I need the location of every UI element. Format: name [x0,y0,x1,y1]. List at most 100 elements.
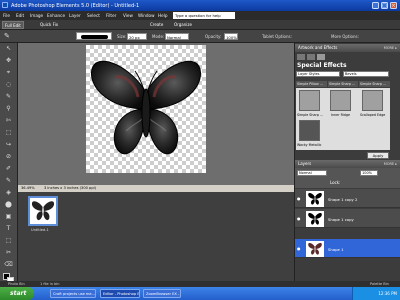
create-button[interactable]: Create [148,21,165,29]
artwork-more-button[interactable]: MORE ▸ [384,44,397,52]
artwork-effects-header[interactable]: Artwork and Effects MORE ▸ [295,44,400,52]
layer-thumbnail [306,211,324,227]
size-label: Size: [117,34,127,39]
opacity-field[interactable]: 100% [224,33,238,40]
start-label: start [10,290,27,297]
effect-thumb-scalloped-edge[interactable] [362,90,383,111]
create-label: Create [150,22,164,27]
zoom-level[interactable]: 36.49% [21,186,35,190]
eye-icon[interactable]: ● [297,216,301,221]
brush-tool-icon[interactable]: ✎ [4,32,10,40]
effect-tab-1[interactable]: Simple Pillow ... [296,81,327,87]
thumbnail-butterfly [31,201,55,221]
mode-label: Mode: [152,34,165,39]
tablet-options-button[interactable]: Tablet Options: [262,34,292,39]
cookie-cutter-tool-icon[interactable]: ⬚ [4,129,13,137]
quick-fix-label: Quick Fix [40,22,59,27]
menu-image[interactable]: Image [30,13,43,18]
effects-category-icon[interactable] [307,54,315,60]
menu-help[interactable]: Help [158,13,168,18]
apply-button[interactable]: Apply [367,152,389,159]
document-canvas[interactable] [86,45,206,173]
layer-thumb-butterfly [308,243,322,255]
effect-label-inner-ridge: Inner Ridge [331,113,351,117]
layer-thumb-butterfly [308,193,322,205]
start-button[interactable]: start [0,287,34,300]
full-edit-button[interactable]: Full Edit [2,21,24,29]
effect-thumb-simple-sharp[interactable] [299,90,320,111]
more-options-button[interactable]: More Options: [331,34,359,39]
task-craft-projects[interactable]: Craft projects use me... [50,289,96,298]
brush-tool-icon-2[interactable]: ✐ [4,165,13,173]
palette-bin-label[interactable]: Palette Bin [370,282,389,286]
special-effects-title: Special Effects [297,62,347,69]
clock: 12:36 PM [378,291,397,296]
photo-bin-label[interactable]: Photo Bin [8,282,25,286]
eye-icon[interactable]: ● [297,246,301,251]
layers-title: Layers [298,161,312,166]
layers-more-button[interactable]: MORE ▸ [384,160,397,168]
straighten-tool-icon[interactable]: ↪ [4,141,13,149]
files-in-bin-label: 1 file in bin [40,281,60,286]
type-tool-icon[interactable]: T [4,225,13,233]
move-tool-icon[interactable]: ↖ [4,45,13,53]
layer-name: Shape 1 [328,247,344,252]
layer-thumb-butterfly [308,213,322,225]
menu-edit[interactable]: Edit [16,13,24,18]
minimize-button[interactable]: _ [372,2,379,9]
layer-thumbnail [306,191,324,207]
brush-stroke-preview [81,35,108,39]
layer-name: Shape 1 copy 2 [328,197,358,202]
task-zoombrowser[interactable]: ZoomBrowser EX - C... [143,289,181,298]
effect-tab-2[interactable]: Simple Sharp ... [328,81,358,87]
paint-bucket-tool-icon[interactable]: ⬤ [4,201,13,209]
layers-header[interactable]: Layers MORE ▸ [295,160,400,168]
menu-layer[interactable]: Layer [69,13,81,18]
layer-styles-dropdown[interactable]: Layer Styles [296,71,340,77]
menu-select[interactable]: Select [87,13,100,18]
effect-thumb-wacky-metallic[interactable] [299,120,320,141]
gradient-tool-icon[interactable]: ▣ [4,213,13,221]
eraser-tool-icon[interactable]: ⌫ [4,261,13,269]
menu-window[interactable]: Window [138,13,155,18]
task-photoshop-editor[interactable]: Editor - Photoshop El... [100,289,140,298]
hand-tool-icon[interactable]: ✥ [4,57,13,65]
clone-stamp-tool-icon[interactable]: ◈ [4,189,13,197]
crop-tool-icon[interactable]: ✄ [4,117,13,125]
mode-select[interactable]: Normal [165,33,189,40]
organize-button[interactable]: Organize [172,21,194,29]
shape-tool-icon[interactable]: ⬚ [4,237,13,245]
eyedropper-tool-icon[interactable]: ⌖ [4,69,13,77]
help-search-input[interactable]: Type a question for help [173,12,235,19]
red-eye-tool-icon[interactable]: ⊘ [4,153,13,161]
size-field[interactable]: 20 px [127,33,147,40]
marquee-tool-icon[interactable]: ◌ [4,81,13,89]
lasso-tool-icon[interactable]: ✎ [4,93,13,101]
menu-view[interactable]: View [123,13,133,18]
menu-filter[interactable]: Filter [106,13,116,18]
effect-label-wacky-metallic: Wacky Metallic [297,143,322,147]
menu-file[interactable]: File [3,13,10,18]
pencil-tool-icon[interactable]: ✎ [4,177,13,185]
effect-label-scalloped-edge: Scalloped Edge [360,113,386,117]
blur-tool-icon[interactable]: ✂ [4,249,13,257]
blend-mode-select[interactable]: Normal [297,170,327,176]
quick-fix-button[interactable]: Quick Fix [38,21,60,29]
artwork-category-icon[interactable] [297,54,305,60]
menu-enhance[interactable]: Enhance [47,13,65,18]
maximize-button[interactable]: □ [381,2,388,9]
bin-thumbnail[interactable] [28,196,58,226]
magic-wand-tool-icon[interactable]: ⚲ [4,105,13,113]
artwork-effects-title: Artwork and Effects [298,45,338,50]
effect-thumb-inner-ridge[interactable] [330,90,351,111]
close-button[interactable]: × [390,2,397,9]
butterfly-shape [91,60,201,155]
layer-name: Shape 1 copy [328,217,354,222]
layer-opacity-field[interactable]: 100% [360,170,378,176]
brush-preview[interactable] [76,32,112,40]
eye-icon[interactable]: ● [297,196,301,201]
bevels-dropdown[interactable]: Bevels [343,71,389,77]
document-dimensions: 3 inches x 3 inches (300 ppi) [44,186,97,190]
special-effects-category-icon[interactable] [317,54,325,60]
effect-tab-3[interactable]: Simple Sharp ... [359,81,390,87]
